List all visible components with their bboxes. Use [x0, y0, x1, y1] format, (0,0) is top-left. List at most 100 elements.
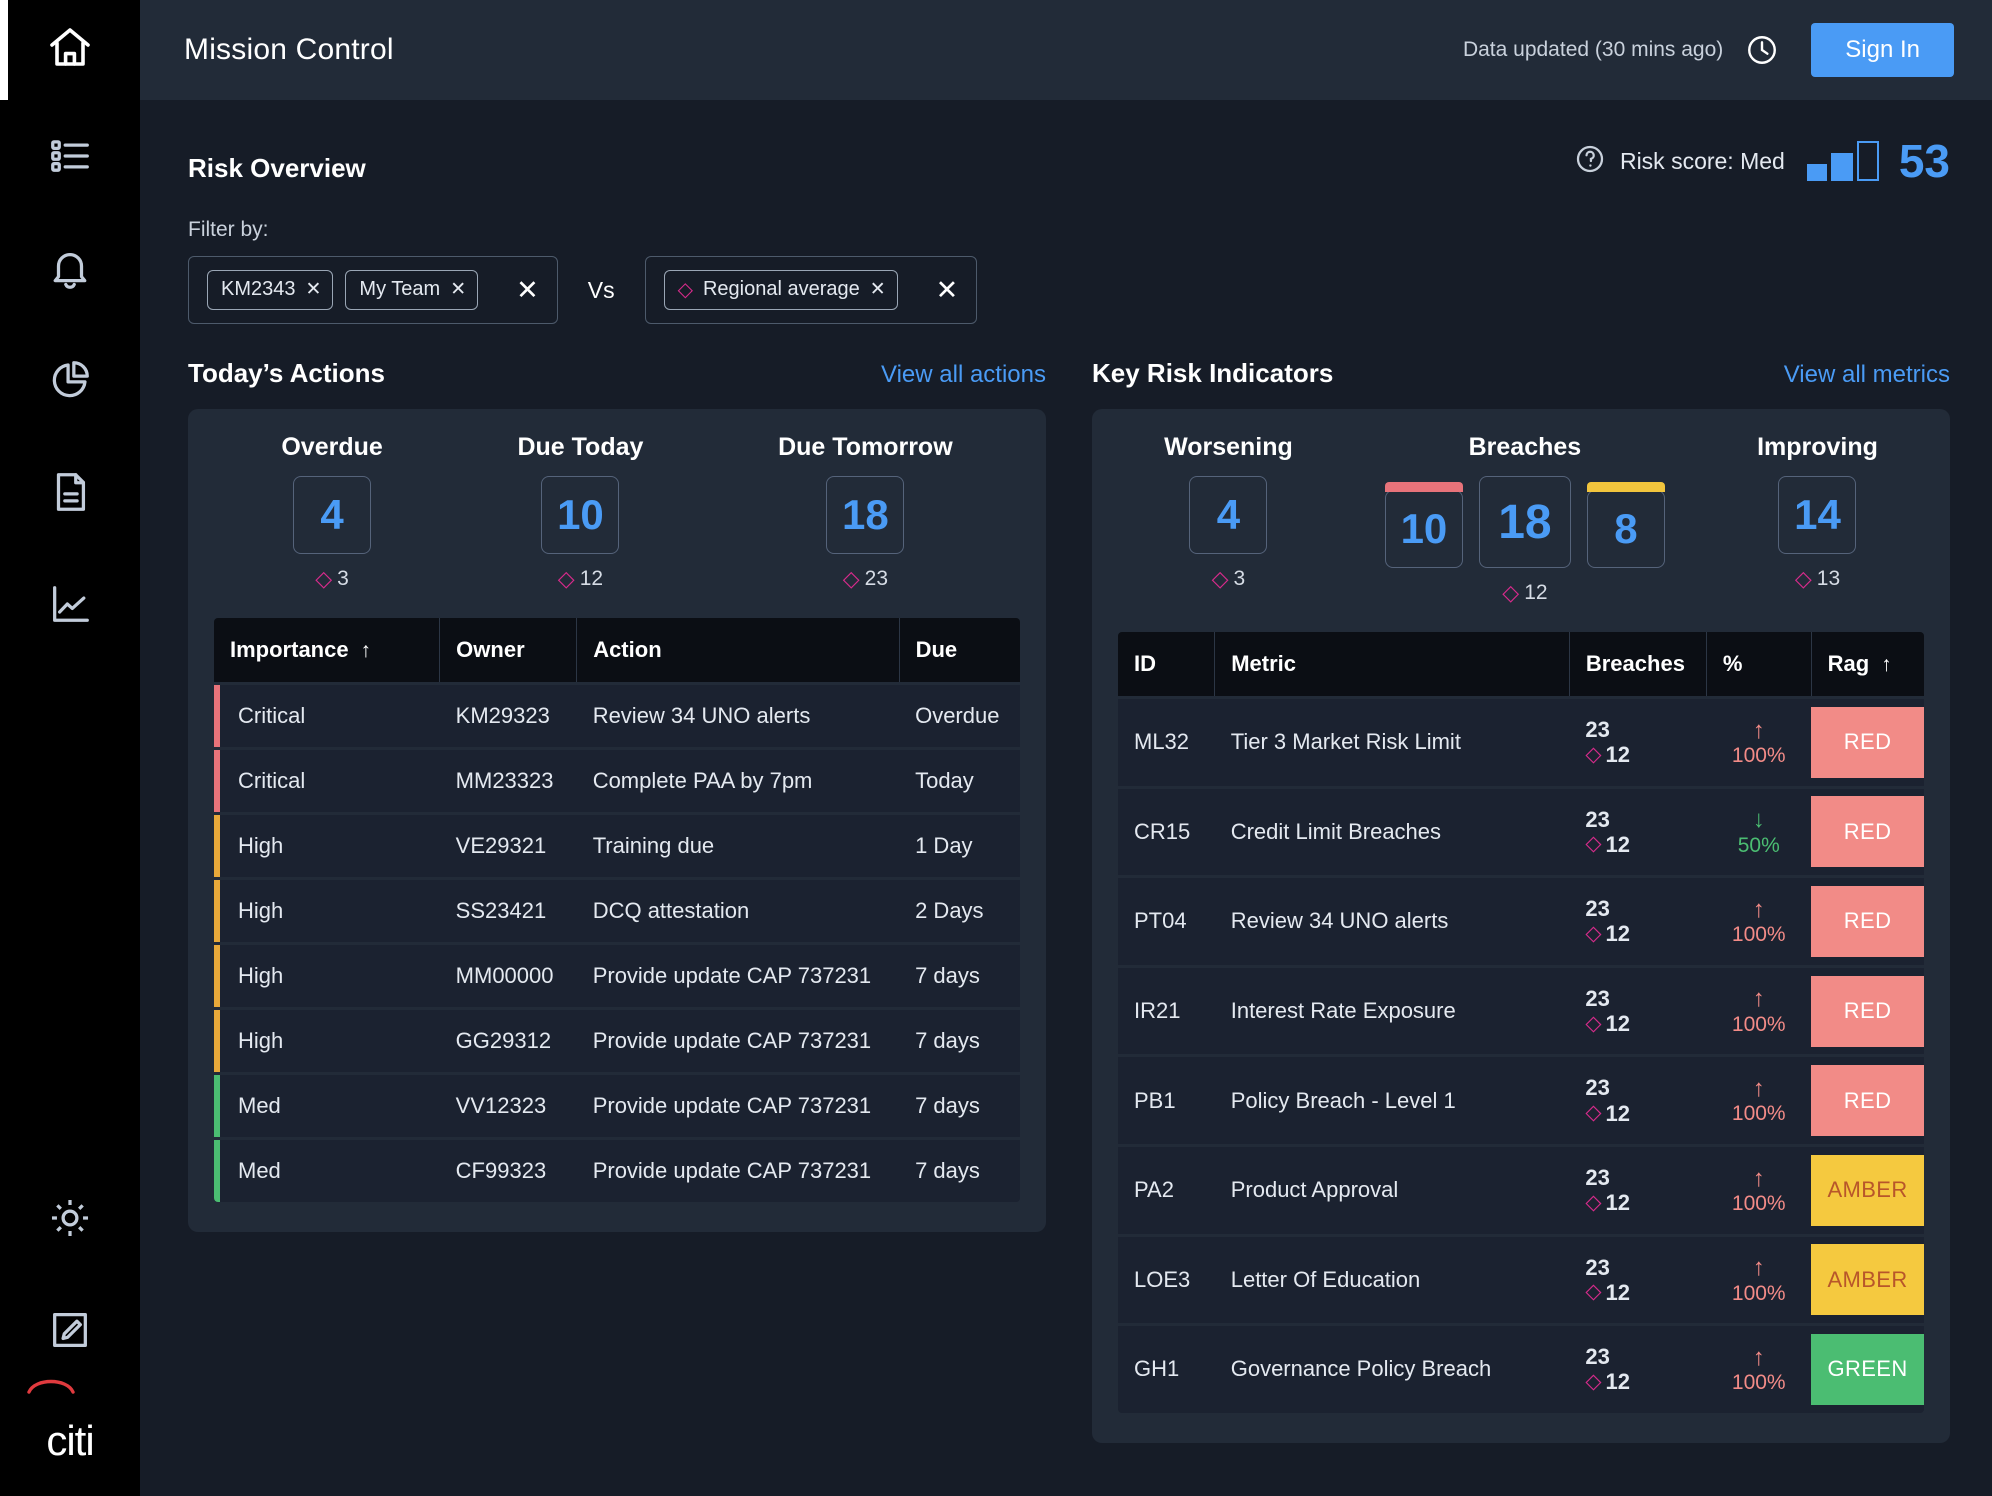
table-row[interactable]: PT04 Review 34 UNO alerts 23 ◇ 12 ↑ 100% RED — [1118, 875, 1924, 967]
clear-left-filters-icon[interactable]: ✕ — [516, 276, 539, 304]
accent-bar-red — [1384, 482, 1463, 492]
status-badge: RED — [1811, 885, 1924, 957]
importance-label: Critical — [238, 768, 306, 793]
table-row[interactable]: IR21 Interest Rate Exposure 23 ◇ 12 ↑ 100% RED — [1118, 964, 1924, 1056]
cell-percent: ↑ 100% — [1706, 1323, 1812, 1413]
table-row[interactable]: Med VV12323 Provide update CAP 737231 7 day… — [214, 1072, 1020, 1139]
column-header-rag[interactable]: Rag ↑ — [1811, 632, 1924, 698]
edit-square-icon — [47, 1307, 93, 1353]
citi-logo: citi — [0, 1379, 140, 1496]
close-icon[interactable]: ✕ — [306, 280, 322, 299]
arrow-up-icon[interactable]: ↑ — [355, 639, 372, 662]
arrow-up-icon: ↑ — [1752, 1343, 1765, 1371]
column-header-metric[interactable]: Metric — [1214, 632, 1570, 698]
table-row[interactable]: High GG29312 Provide update CAP 737231 7 da… — [214, 1007, 1020, 1074]
stat-value-box-total[interactable]: 18 — [1478, 476, 1571, 568]
arrow-up-icon[interactable]: ↑ — [1875, 653, 1892, 676]
table-row[interactable]: PB1 Policy Breach - Level 1 23 ◇ 12 ↑ 100% RED — [1118, 1054, 1924, 1146]
cell-owner: SS23421 — [439, 877, 577, 944]
column-header-action[interactable]: Action — [576, 618, 900, 684]
column-header-due[interactable]: Due — [899, 618, 1020, 684]
close-icon[interactable]: ✕ — [450, 280, 466, 299]
percent-value: 100% — [1731, 1102, 1786, 1126]
cell-id: GH1 — [1118, 1323, 1215, 1413]
close-icon[interactable]: ✕ — [870, 280, 886, 299]
table-row[interactable]: LOE3 Letter Of Education 23 ◇ 12 ↑ 100% AMBER — [1118, 1233, 1924, 1325]
clock-icon[interactable] — [1745, 33, 1779, 67]
stat-label: Overdue — [281, 433, 383, 461]
filter-box-right: ◇ Regional average ✕ ✕ — [644, 256, 978, 324]
stat-value-box[interactable]: 18 — [826, 476, 905, 554]
stat-comparison: ◇ 23 — [843, 566, 888, 592]
importance-label: Med — [238, 1093, 281, 1118]
importance-label: Med — [238, 1158, 281, 1183]
arrow-up-icon: ↑ — [1752, 1164, 1765, 1192]
stat-value-box-red[interactable]: 10 — [1384, 482, 1463, 568]
stat-value-box[interactable]: 4 — [1189, 476, 1268, 554]
stat-value-box[interactable]: 14 — [1778, 476, 1857, 554]
cell-rag: RED — [1811, 696, 1924, 788]
table-row[interactable]: GH1 Governance Policy Breach 23 ◇ 12 ↑ 100% GRE… — [1118, 1323, 1924, 1413]
cell-id: CR15 — [1118, 785, 1215, 877]
importance-label: High — [238, 963, 284, 988]
todays-actions-title: Today’s Actions — [188, 358, 385, 388]
cell-breaches: 23 ◇ 12 — [1569, 964, 1707, 1056]
cell-percent: ↑ 100% — [1706, 1054, 1812, 1146]
sidebar-item-analytics[interactable] — [0, 548, 140, 660]
column-header-id[interactable]: ID — [1118, 632, 1216, 698]
table-row[interactable]: Critical KM29323 Review 34 UNO alerts Overd… — [214, 682, 1020, 749]
actions-table: Importance ↑ Owner Action Due Critical KM… — [214, 618, 1020, 1202]
cell-action: Training due — [576, 812, 900, 879]
arrow-up-icon: ↑ — [1752, 716, 1765, 744]
importance-indicator-bar — [214, 1140, 220, 1202]
columns-container: Today’s Actions View all actions Overdue… — [188, 358, 1950, 1443]
sidebar-item-tasks[interactable] — [0, 100, 140, 212]
filter-chip-label: My Team — [359, 278, 441, 300]
sidebar-item-documents[interactable] — [0, 436, 140, 548]
cell-due: 7 days — [899, 1137, 1020, 1202]
table-row[interactable]: Med CF99323 Provide update CAP 737231 7 day… — [214, 1137, 1020, 1202]
column-header-importance[interactable]: Importance ↑ — [214, 618, 441, 684]
cell-id: LOE3 — [1118, 1233, 1215, 1325]
stat-comparison-value: 13 — [1816, 567, 1841, 590]
stat-value-box[interactable]: 4 — [293, 476, 372, 554]
breach-comparison-value: 12 — [1605, 1369, 1630, 1395]
importance-indicator-bar — [214, 945, 220, 1007]
diamond-marker-icon: ◇ — [677, 278, 693, 301]
table-row[interactable]: High VE29321 Training due 1 Day — [214, 812, 1020, 879]
table-row[interactable]: CR15 Credit Limit Breaches 23 ◇ 12 ↓ 50% RED — [1118, 785, 1924, 877]
table-row[interactable]: High MM00000 Provide update CAP 737231 7 da… — [214, 942, 1020, 1009]
view-all-actions-link[interactable]: View all actions — [881, 361, 1046, 389]
question-circle-icon[interactable] — [1574, 143, 1606, 180]
cell-metric: Credit Limit Breaches — [1214, 785, 1570, 877]
sidebar-item-home[interactable] — [0, 0, 140, 100]
sign-in-button[interactable]: Sign In — [1811, 23, 1954, 77]
filter-chip-km2343[interactable]: KM2343 ✕ — [207, 270, 334, 310]
column-header-owner[interactable]: Owner — [439, 618, 578, 684]
filter-chip-regional-average[interactable]: ◇ Regional average ✕ — [663, 270, 898, 310]
stat-boxes: 14 — [1778, 476, 1857, 554]
importance-indicator-bar — [214, 880, 220, 942]
cell-due: Today — [899, 747, 1020, 814]
filter-chip-my-team[interactable]: My Team ✕ — [345, 270, 479, 310]
cell-breaches: 23 ◇ 12 — [1569, 1323, 1707, 1413]
sidebar-item-alerts[interactable] — [0, 212, 140, 324]
gear-icon — [47, 1195, 93, 1241]
stat-value-box-amber[interactable]: 8 — [1586, 482, 1665, 568]
stat-value-box[interactable]: 10 — [541, 476, 620, 554]
sidebar-item-settings[interactable] — [0, 1162, 140, 1274]
table-row[interactable]: Critical MM23323 Complete PAA by 7pm Today — [214, 747, 1020, 814]
view-all-metrics-link[interactable]: View all metrics — [1784, 361, 1950, 389]
column-header-percent[interactable]: % — [1706, 632, 1812, 698]
cell-breaches: 23 ◇ 12 — [1569, 1054, 1707, 1146]
table-row[interactable]: PA2 Product Approval 23 ◇ 12 ↑ 100% AMBER — [1118, 1143, 1924, 1236]
table-row[interactable]: High SS23421 DCQ attestation 2 Days — [214, 877, 1020, 944]
breach-comparison: ◇ 12 — [1585, 1190, 1690, 1215]
cell-percent: ↑ 100% — [1706, 1143, 1812, 1236]
cell-rag: RED — [1811, 785, 1924, 877]
table-row[interactable]: ML32 Tier 3 Market Risk Limit 23 ◇ 12 ↑ 100% RE… — [1118, 696, 1924, 788]
clear-right-filters-icon[interactable]: ✕ — [936, 276, 959, 304]
column-header-breaches[interactable]: Breaches — [1569, 632, 1707, 698]
sidebar-item-reports[interactable] — [0, 324, 140, 436]
sidebar-item-edit[interactable] — [0, 1274, 140, 1386]
